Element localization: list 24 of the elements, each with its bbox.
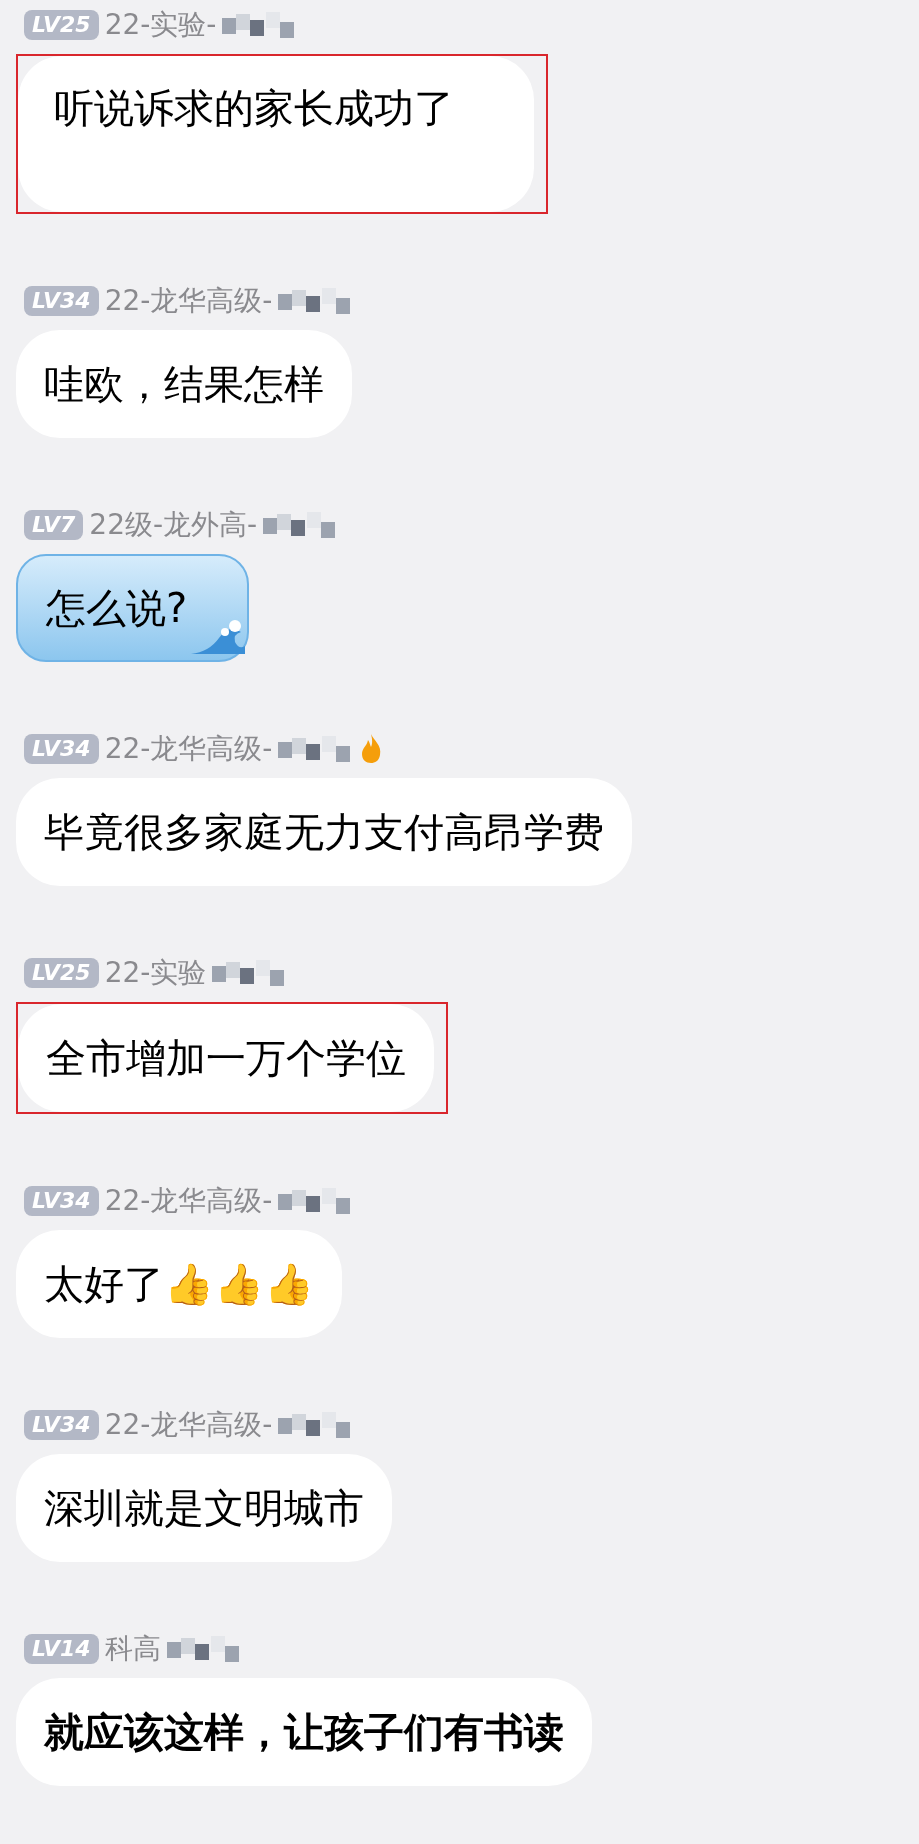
- message-text: 毕竟很多家庭无力支付高昂学费: [44, 809, 604, 855]
- sender-name: 22-实验-: [104, 8, 217, 42]
- message-text: 太好了👍👍👍: [44, 1261, 314, 1307]
- message-text: 全市增加一万个学位: [46, 1035, 406, 1081]
- level-badge: LV25: [24, 10, 99, 40]
- sender-name: 22-龙华高级-: [104, 1184, 273, 1218]
- sender-name: 22级-龙外高-: [89, 508, 258, 542]
- sender-name: 22-实验: [104, 956, 207, 990]
- level-badge: LV34: [24, 286, 99, 316]
- message-text: 怎么说?: [46, 585, 188, 631]
- sender-name: 22-龙华高级-: [104, 1408, 273, 1442]
- level-badge: LV14: [24, 1634, 99, 1664]
- message-text: 哇欧，结果怎样: [44, 361, 324, 407]
- message-text: 就应该这样，让孩子们有书读: [44, 1708, 564, 1755]
- level-badge: LV25: [24, 958, 99, 988]
- sender-name: 科高: [104, 1632, 161, 1666]
- message-text: 深圳就是文明城市: [44, 1485, 364, 1531]
- message-text: 听说诉求的家长成功了: [54, 85, 454, 131]
- level-badge: LV34: [24, 734, 99, 764]
- sender-name: 22-龙华高级-: [104, 732, 273, 766]
- level-badge: LV34: [24, 1410, 99, 1440]
- sender-name: 22-龙华高级-: [104, 284, 273, 318]
- level-badge: LV7: [24, 510, 84, 540]
- level-badge: LV34: [24, 1186, 99, 1216]
